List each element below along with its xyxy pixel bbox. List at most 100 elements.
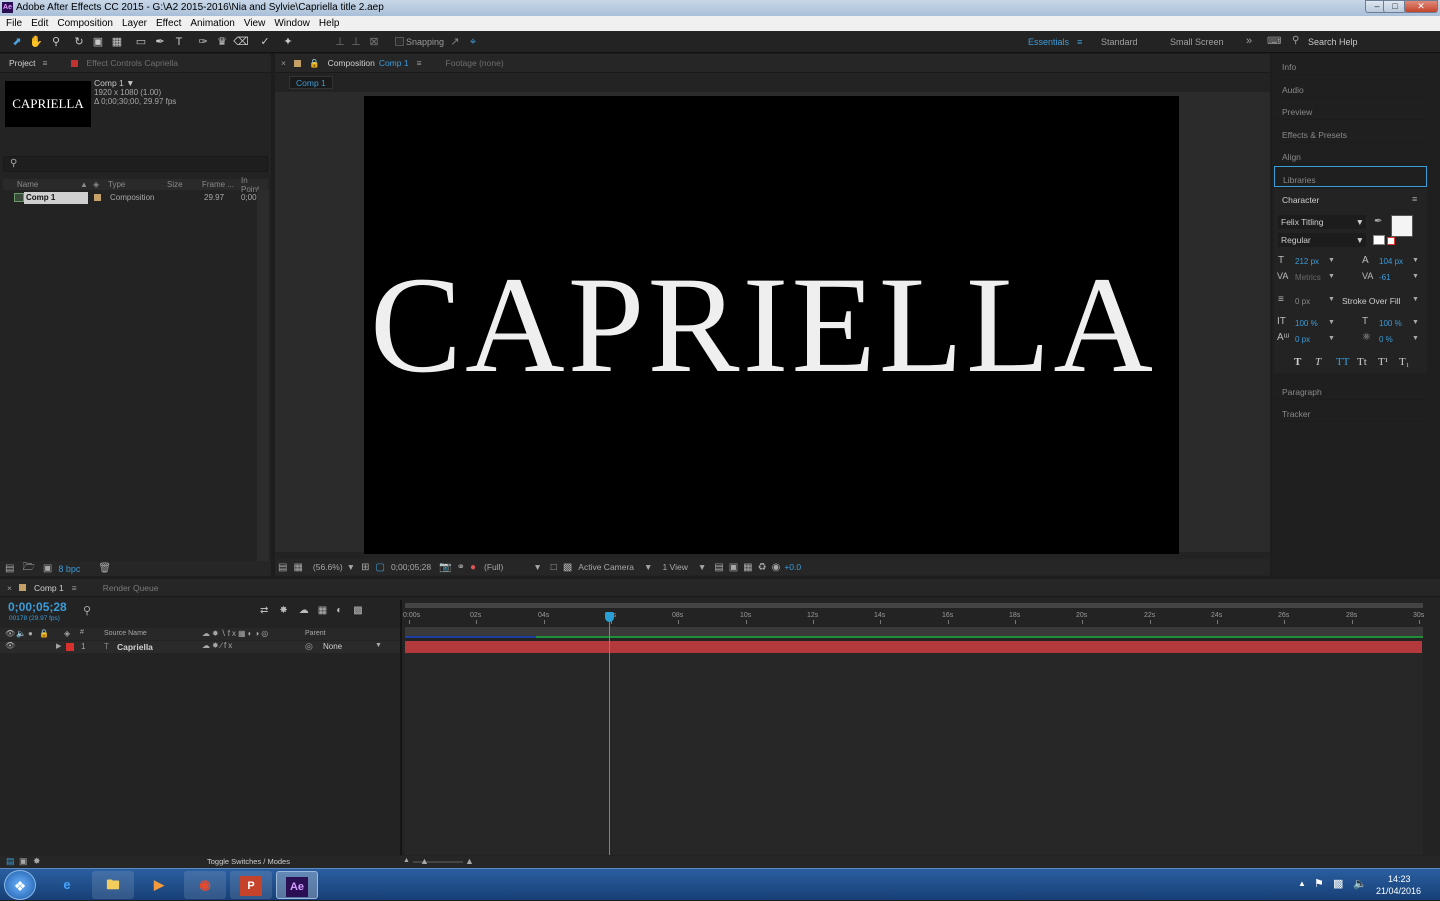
layer-duration-bar[interactable] <box>405 641 1422 653</box>
no-fill-icon[interactable] <box>1387 237 1395 245</box>
selection-tool-icon[interactable]: ⬈ <box>9 34 25 50</box>
lock-icon[interactable]: 🔒 <box>309 58 320 69</box>
project-scrollbar[interactable] <box>257 190 269 570</box>
stroke-width-value[interactable]: 0 px <box>1295 297 1310 306</box>
layer-name[interactable]: Capriella <box>117 642 153 652</box>
viewer-timecode[interactable]: 0;00;05;28 <box>391 562 431 572</box>
more-workspaces-icon[interactable]: » <box>1246 35 1252 47</box>
new-comp-icon[interactable]: ▣ <box>43 563 52 574</box>
col-name[interactable]: Name <box>17 180 38 189</box>
project-search-input[interactable]: ⚲ <box>3 156 268 172</box>
transparency-grid-icon[interactable]: ▩ <box>563 562 572 573</box>
motion-blur-icon[interactable]: ◐ <box>336 605 342 616</box>
powerpoint-icon[interactable]: P <box>230 871 272 899</box>
close-tab-icon[interactable]: × <box>7 583 12 593</box>
item-dropdown-icon[interactable]: ▼ <box>126 78 134 88</box>
zoom-in-icon[interactable]: ▲ <box>465 856 474 866</box>
media-player-icon[interactable]: ▶ <box>138 871 180 899</box>
resolution[interactable]: (Full) <box>484 562 503 572</box>
snap-edges-icon[interactable]: ↗ <box>447 34 463 50</box>
panel-align[interactable]: Align <box>1274 144 1427 165</box>
col-parent[interactable]: Parent <box>305 630 326 637</box>
font-size-value[interactable]: 212 px <box>1295 257 1319 266</box>
panel-paragraph[interactable]: Paragraph <box>1274 379 1427 400</box>
pen-tool-icon[interactable]: ✒ <box>152 34 168 50</box>
baseline-shift-value[interactable]: 0 px <box>1295 335 1310 344</box>
sort-icon[interactable]: ▲ <box>80 180 88 189</box>
view-layout[interactable]: 1 View <box>662 562 687 572</box>
mask-visibility-icon[interactable]: ▢ <box>375 562 384 573</box>
expand-arrow-icon[interactable]: ▶ <box>56 642 61 650</box>
parent-select[interactable]: None <box>323 642 342 651</box>
panel-tracker[interactable]: Tracker <box>1274 401 1427 422</box>
draft-3d-icon[interactable]: ✸ <box>279 605 287 616</box>
view-axis-icon[interactable]: ⊠ <box>366 34 382 50</box>
timeline-icon[interactable]: ▦ <box>743 562 752 573</box>
workspace-standard[interactable]: Standard <box>1101 37 1138 47</box>
faux-italic-button[interactable]: T <box>1315 356 1336 368</box>
pan-behind-tool-icon[interactable]: ▦ <box>109 34 125 50</box>
file-explorer-icon[interactable]: 🖿 <box>92 871 134 899</box>
menu-file[interactable]: File <box>6 16 22 31</box>
after-effects-taskbar-icon[interactable]: Ae <box>276 871 318 899</box>
zoom-dropdown-icon[interactable]: ▼ <box>347 562 355 572</box>
type-tool-icon[interactable]: T <box>171 34 187 50</box>
toggle-pixel-aspect-icon[interactable]: ▤ <box>714 562 723 573</box>
bit-depth[interactable]: 8 bpc <box>58 564 80 574</box>
panel-menu-icon[interactable]: ≡ <box>1412 194 1417 204</box>
brush-tool-icon[interactable]: ✑ <box>195 34 211 50</box>
internet-explorer-icon[interactable]: e <box>46 871 88 899</box>
expand-layer-switches-icon[interactable]: ▤ <box>6 856 15 867</box>
pickwhip-icon[interactable]: ◎ <box>305 641 313 652</box>
comp-canvas[interactable]: CAPRIELLA <box>364 96 1179 554</box>
video-toggle-icon[interactable]: 👁 <box>5 629 15 638</box>
menu-window[interactable]: Window <box>274 16 310 31</box>
interpret-footage-icon[interactable]: ▤ <box>5 563 14 574</box>
show-snapshot-icon[interactable]: ⚭ <box>457 562 465 573</box>
tab-composition[interactable]: Composition <box>328 58 375 68</box>
comp-flowchart-tab[interactable]: Comp 1 <box>289 76 333 89</box>
menu-edit[interactable]: Edit <box>31 16 48 31</box>
canvas-title-text[interactable]: CAPRIELLA <box>370 256 1156 394</box>
zoom-slider-handle[interactable]: ▲ <box>420 856 429 866</box>
superscript-button[interactable]: T¹ <box>1378 356 1399 368</box>
font-style-select[interactable]: Regular ▼ <box>1278 233 1366 247</box>
volume-icon[interactable]: 🔈 <box>1353 877 1367 890</box>
workspace-small-screen[interactable]: Small Screen <box>1170 37 1224 47</box>
leading-value[interactable]: 104 px <box>1379 257 1403 266</box>
chevron-down-icon[interactable]: ▼ <box>1328 257 1335 264</box>
expand-modes-icon[interactable]: ▣ <box>19 856 28 867</box>
toggle-switches-modes-button[interactable]: Toggle Switches / Modes <box>207 857 290 866</box>
zoom-tool-icon[interactable]: ⚲ <box>48 34 64 50</box>
stroke-mode-select[interactable]: Stroke Over Fill <box>1342 296 1401 306</box>
monitor-icon[interactable]: ▦ <box>293 562 302 573</box>
always-preview-icon[interactable]: ▤ <box>278 562 287 573</box>
tab-effect-controls[interactable]: Effect Controls Capriella <box>86 58 178 68</box>
lock-icon[interactable]: 🔒 <box>39 629 49 638</box>
work-area-bar[interactable] <box>405 627 1423 638</box>
table-row[interactable]: Comp 1 Composition 29.97 0;00 <box>3 192 268 204</box>
sync-settings-icon[interactable]: ⌨ <box>1267 36 1281 47</box>
small-caps-button[interactable]: Tt <box>1357 356 1378 368</box>
search-icon[interactable]: ⚲ <box>1292 35 1299 46</box>
close-button[interactable]: ✕ <box>1404 0 1438 13</box>
tray-show-hidden-icon[interactable]: ▲ <box>1298 879 1306 888</box>
timeline-timecode[interactable]: 0;00;05;28 <box>8 600 67 614</box>
chevron-down-icon[interactable]: ▼ <box>1328 335 1335 342</box>
exposure-reset-icon[interactable]: ◉ <box>772 562 781 573</box>
rectangle-tool-icon[interactable]: ▭ <box>133 34 149 50</box>
audio-toggle-icon[interactable]: 🔈 <box>16 629 26 638</box>
chevron-down-icon[interactable]: ▼ <box>375 642 382 649</box>
flowchart-icon[interactable]: ♻ <box>758 562 767 573</box>
viewer-area[interactable]: CAPRIELLA <box>275 92 1270 554</box>
zoom-out-icon[interactable]: ▲ <box>403 857 410 864</box>
timeline-scrollbar[interactable] <box>1425 603 1440 855</box>
graph-editor-icon[interactable]: ▩ <box>353 605 362 616</box>
camera-tool-icon[interactable]: ▣ <box>90 34 106 50</box>
menu-composition[interactable]: Composition <box>57 16 113 31</box>
zoom-level[interactable]: (56.6%) <box>313 562 343 572</box>
eraser-tool-icon[interactable]: ⌫ <box>233 34 249 50</box>
workspace-essentials[interactable]: Essentials <box>1028 37 1069 47</box>
solo-icon[interactable]: ● <box>28 629 33 638</box>
playhead-handle[interactable] <box>604 612 614 622</box>
